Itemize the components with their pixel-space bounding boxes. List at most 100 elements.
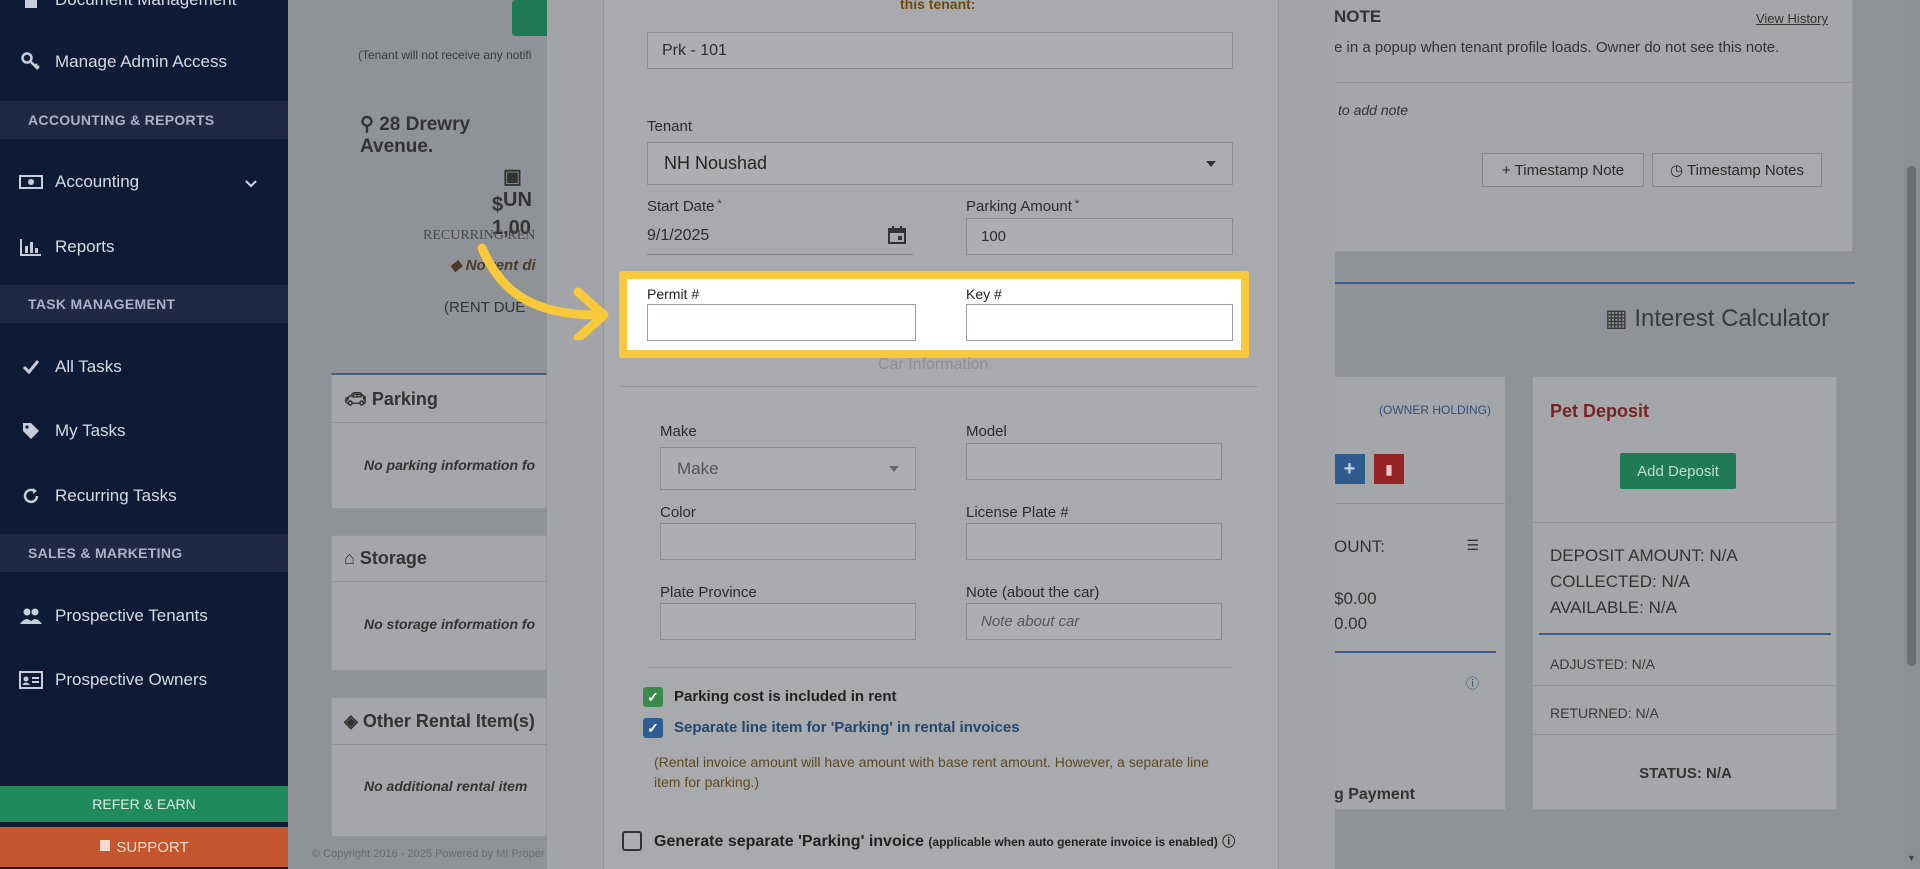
sidebar-item-label: Accounting bbox=[55, 172, 140, 191]
parking-included-checkbox[interactable]: ✓ bbox=[643, 687, 663, 707]
check-icon bbox=[18, 357, 44, 377]
sidebar-item-label: Prospective Tenants bbox=[55, 606, 208, 625]
make-select-value: Make bbox=[677, 458, 719, 478]
plate-province-input[interactable] bbox=[660, 603, 916, 640]
license-plate-input[interactable] bbox=[966, 523, 1222, 560]
calendar-icon[interactable] bbox=[887, 225, 907, 250]
refer-earn-button[interactable]: REFER & EARN bbox=[0, 786, 288, 822]
map-marker-icon: ⚲ bbox=[360, 114, 374, 135]
sidebar-item-label: Prospective Owners bbox=[55, 670, 208, 689]
model-input[interactable] bbox=[966, 443, 1222, 480]
bar-chart-icon bbox=[18, 237, 44, 257]
model-label: Model bbox=[966, 423, 1007, 440]
scrollbar-thumb[interactable] bbox=[1907, 166, 1916, 666]
chevron-down-icon bbox=[889, 466, 899, 472]
other-items-title: ◈ Other Rental Item(s) bbox=[344, 711, 535, 731]
sidebar-item-label: Manage Admin Access bbox=[55, 52, 227, 71]
separate-invoice-checkbox[interactable] bbox=[622, 831, 642, 851]
parking-title: 🚗︎ Parking bbox=[344, 389, 438, 409]
modal-header-text: this tenant: bbox=[900, 0, 976, 12]
tenant-select[interactable]: NH Noushad bbox=[647, 142, 1233, 185]
notify-note: (Tenant will not receive any notifi bbox=[358, 48, 532, 62]
key-icon bbox=[18, 52, 44, 72]
owner-holding: (OWNER HOLDING) bbox=[1379, 403, 1491, 417]
license-plate-label: License Plate # bbox=[966, 504, 1069, 521]
timestamp-note-button[interactable]: + Timestamp Note bbox=[1482, 153, 1644, 187]
amount-2: 0.00 bbox=[1334, 614, 1368, 633]
color-input[interactable] bbox=[660, 523, 916, 560]
separate-invoice-label[interactable]: Generate separate 'Parking' invoice (app… bbox=[654, 831, 1235, 851]
parking-amount-label: Parking Amount * bbox=[966, 198, 1080, 215]
sidebar-item-prospective-tenants[interactable]: Prospective Tenants bbox=[0, 588, 288, 644]
list-icon[interactable]: ☰ bbox=[1466, 537, 1479, 554]
support-button[interactable]: SUPPORT bbox=[0, 827, 288, 867]
interest-calculator[interactable]: ▦ Interest Calculator bbox=[1605, 304, 1829, 333]
sidebar-item-my-tasks[interactable]: My Tasks bbox=[0, 403, 288, 459]
scroll-down-icon[interactable]: ▼ bbox=[1907, 853, 1916, 863]
pending-payment[interactable]: g Payment bbox=[1334, 786, 1415, 804]
deposit-details: DEPOSIT AMOUNT: N/A COLLECTED: N/A AVAIL… bbox=[1550, 543, 1738, 621]
sidebar-item-prospective-owners[interactable]: Prospective Owners bbox=[0, 652, 288, 708]
property-address: ⚲ 28 Drewry Avenue. bbox=[360, 114, 471, 157]
trash-icon[interactable]: ▮ bbox=[1374, 454, 1404, 484]
refresh-icon bbox=[18, 486, 44, 506]
chevron-down-icon bbox=[244, 174, 258, 194]
car-note-label: Note (about the car) bbox=[966, 584, 1100, 601]
parking-empty: No parking information fo bbox=[364, 457, 536, 473]
left-content-column: (Tenant will not receive any notifi ⚲ 28… bbox=[288, 0, 548, 869]
note-panel: NOTE View History e in a popup when tena… bbox=[1333, 0, 1854, 252]
notify-button[interactable] bbox=[512, 0, 547, 36]
sidebar-item-accounting[interactable]: Accounting bbox=[0, 154, 288, 210]
note-title: NOTE bbox=[1334, 7, 1382, 26]
make-label: Make bbox=[660, 423, 697, 440]
sidebar-item-recurring-tasks[interactable]: Recurring Tasks bbox=[0, 468, 288, 524]
parking-amount-input[interactable]: 100 bbox=[966, 218, 1233, 255]
deposit-summary-panel: (OWNER HOLDING) + ▮ OUNT: ☰ $0.00 0.00 ⓘ… bbox=[1333, 376, 1507, 810]
users-icon bbox=[18, 606, 44, 626]
parking-panel: 🚗︎ Parking No parking information fo bbox=[331, 373, 548, 509]
divider bbox=[647, 667, 1233, 668]
parking-included-label[interactable]: Parking cost is included in rent bbox=[674, 688, 897, 705]
add-deposit-button[interactable]: Add Deposit bbox=[1620, 453, 1736, 489]
separate-line-item-checkbox[interactable]: ✓ bbox=[643, 718, 663, 738]
add-icon[interactable]: + bbox=[1334, 454, 1365, 484]
tag-icon bbox=[18, 421, 44, 441]
document-icon bbox=[18, 0, 44, 10]
make-select[interactable]: Make bbox=[660, 447, 916, 490]
deposit-amount: DEPOSIT AMOUNT: N/A bbox=[1550, 546, 1738, 565]
add-note-hint[interactable]: to add note bbox=[1338, 102, 1408, 118]
sidebar-item-all-tasks[interactable]: All Tasks bbox=[0, 339, 288, 395]
car-note-input[interactable]: Note about car bbox=[966, 603, 1222, 640]
section-accounting-reports: ACCOUNTING & REPORTS bbox=[0, 101, 288, 139]
start-date-input[interactable]: 9/1/2025 bbox=[647, 221, 913, 255]
view-history-link[interactable]: View History bbox=[1756, 11, 1828, 26]
id-card-icon bbox=[18, 670, 44, 690]
parking-spot-input[interactable]: Prk - 101 bbox=[647, 32, 1233, 69]
pet-deposit-panel: Pet Deposit Add Deposit DEPOSIT AMOUNT: … bbox=[1532, 376, 1838, 810]
info-icon[interactable]: ⓘ bbox=[1222, 834, 1235, 849]
storage-panel: ⌂ Storage No storage information fo bbox=[331, 535, 548, 671]
sidebar-item-document-management[interactable]: Document Management bbox=[0, 0, 288, 28]
tenant-select-value: NH Noushad bbox=[664, 153, 768, 173]
divider bbox=[621, 386, 1258, 387]
chevron-down-icon bbox=[1206, 161, 1216, 167]
note-desc: e in a popup when tenant profile loads. … bbox=[1334, 39, 1780, 56]
separate-line-item-label[interactable]: Separate line item for 'Parking' in rent… bbox=[674, 719, 1020, 736]
sidebar-item-label: My Tasks bbox=[55, 421, 126, 440]
sidebar-item-label: Document Management bbox=[55, 0, 236, 10]
pointer-arrow-icon bbox=[477, 243, 609, 340]
sidebar-item-manage-admin-access[interactable]: Manage Admin Access bbox=[0, 34, 288, 90]
deposit-collected: COLLECTED: N/A bbox=[1550, 572, 1690, 591]
pet-deposit-title: Pet Deposit bbox=[1550, 401, 1650, 421]
tenant-label: Tenant bbox=[647, 118, 693, 135]
timestamp-notes-button[interactable]: ◷ Timestamp Notes bbox=[1652, 153, 1822, 187]
info-icon[interactable]: ⓘ bbox=[1466, 673, 1479, 692]
support-label: SUPPORT bbox=[116, 838, 189, 856]
key-input[interactable] bbox=[966, 304, 1233, 341]
money-icon bbox=[18, 172, 44, 192]
other-items-empty: No additional rental item bbox=[364, 778, 528, 794]
scrollbar[interactable]: ▼ bbox=[1903, 0, 1920, 869]
permit-input[interactable] bbox=[647, 304, 916, 341]
sidebar-item-reports[interactable]: Reports bbox=[0, 219, 288, 275]
deposit-adjusted: ADJUSTED: N/A bbox=[1550, 656, 1656, 672]
